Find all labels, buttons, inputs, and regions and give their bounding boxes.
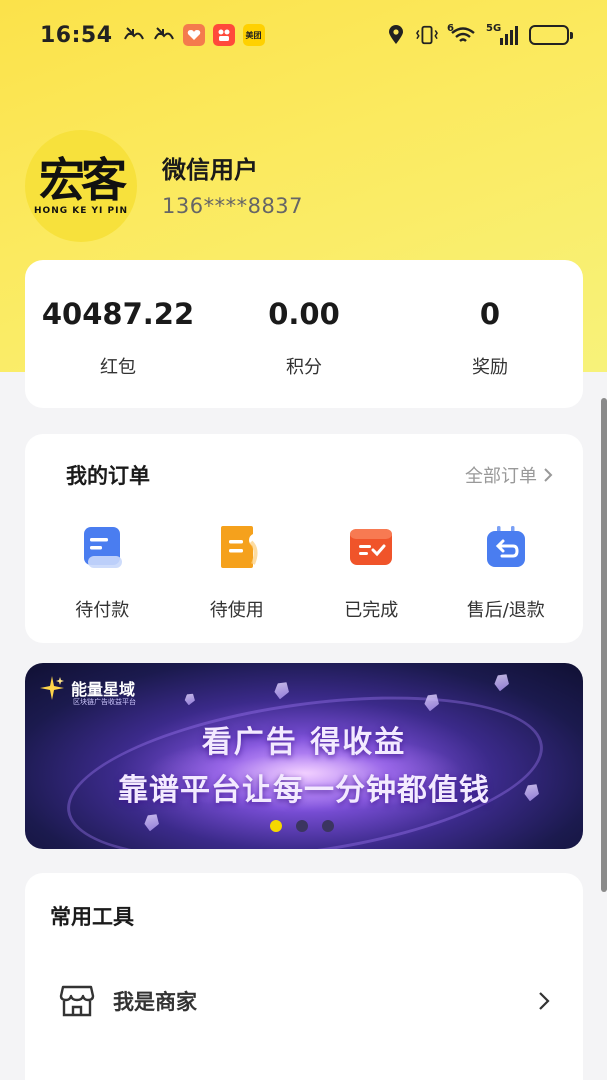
- order-label: 待付款: [75, 600, 130, 621]
- tools-title: 常用工具: [50, 905, 134, 929]
- missed-call-icon: [153, 24, 175, 46]
- orders-card: 我的订单 全部订单 待付款 待使用 已完成 售后/退款: [25, 434, 583, 643]
- carousel-dot[interactable]: [322, 820, 334, 832]
- order-pending-payment[interactable]: 待付款: [47, 522, 157, 622]
- orders-title: 我的订单: [66, 464, 150, 488]
- scrollbar[interactable]: [601, 398, 607, 892]
- carousel-dot[interactable]: [270, 820, 282, 832]
- kuaishou-app-icon: [212, 24, 235, 46]
- pending-payment-icon: [76, 522, 128, 574]
- crystal-decoration: [183, 691, 198, 706]
- wifi-icon: 6: [447, 24, 477, 46]
- all-orders-label: 全部订单: [465, 466, 537, 487]
- tool-item-label: 我是商家: [113, 990, 197, 1014]
- location-icon: [385, 24, 407, 46]
- phone-number: 136****8837: [162, 194, 304, 218]
- stat-value: 0: [479, 297, 501, 331]
- chevron-right-icon: [539, 992, 550, 1010]
- avatar-logo-subtext: HONG KE YI PIN: [34, 206, 128, 216]
- battery-icon: [529, 25, 573, 45]
- stat-red-packet[interactable]: 40487.22 红包: [25, 260, 211, 408]
- completed-icon: [345, 522, 397, 574]
- avatar-logo-text: 宏客: [39, 153, 127, 207]
- crystal-decoration: [271, 679, 292, 702]
- stat-label: 奖励: [472, 357, 508, 378]
- carousel-dots: [270, 820, 334, 832]
- status-time: 16:54: [40, 22, 113, 48]
- system-icons: 6 5G: [385, 24, 573, 46]
- missed-call-icon: [123, 24, 145, 46]
- chevron-right-icon: [544, 468, 553, 482]
- stat-rewards[interactable]: 0 奖励: [397, 260, 583, 408]
- vibrate-icon: [416, 24, 438, 46]
- stat-points[interactable]: 0.00 积分: [211, 260, 397, 408]
- stats-card: 40487.22 红包 0.00 积分 0 奖励: [25, 260, 583, 408]
- order-label: 售后/退款: [466, 600, 545, 621]
- order-pending-use[interactable]: 待使用: [182, 522, 292, 622]
- stat-label: 红包: [100, 357, 136, 378]
- banner-brand-subtitle: 区块链广告收益平台: [73, 698, 136, 706]
- order-refund[interactable]: 售后/退款: [451, 522, 561, 622]
- tool-item-merchant[interactable]: 我是商家: [25, 973, 583, 1029]
- meituan-app-icon: 美团: [242, 24, 265, 46]
- tools-card: 常用工具 我是商家: [25, 873, 583, 1080]
- promo-banner[interactable]: 能量星域 区块链广告收益平台 看广告 得收益 靠谱平台让每一分钟都值钱: [25, 663, 583, 849]
- signal-icon: 5G: [486, 24, 520, 46]
- banner-headline: 看广告 得收益: [201, 725, 407, 760]
- all-orders-link[interactable]: 全部订单: [465, 462, 553, 488]
- refund-icon: [480, 522, 532, 574]
- notification-icons: 美团: [123, 24, 265, 46]
- stat-label: 积分: [286, 357, 322, 378]
- stat-value: 40487.22: [41, 297, 195, 331]
- pending-use-icon: [211, 522, 263, 574]
- username[interactable]: 微信用户: [162, 150, 258, 185]
- order-label: 已完成: [344, 600, 399, 621]
- order-status-row: 待付款 待使用 已完成 售后/退款: [25, 522, 583, 622]
- stat-value: 0.00: [268, 297, 340, 331]
- banner-subheadline: 靠谱平台让每一分钟都值钱: [118, 773, 490, 808]
- order-completed[interactable]: 已完成: [316, 522, 426, 622]
- sparkle-icon: [40, 676, 64, 700]
- store-icon: [59, 985, 95, 1017]
- carousel-dot[interactable]: [296, 820, 308, 832]
- status-bar: 16:54 美团 6 5G: [0, 0, 607, 70]
- crystal-decoration: [491, 671, 512, 694]
- health-app-icon: [182, 24, 205, 46]
- avatar[interactable]: 宏客 HONG KE YI PIN: [25, 130, 137, 242]
- order-label: 待使用: [209, 600, 264, 621]
